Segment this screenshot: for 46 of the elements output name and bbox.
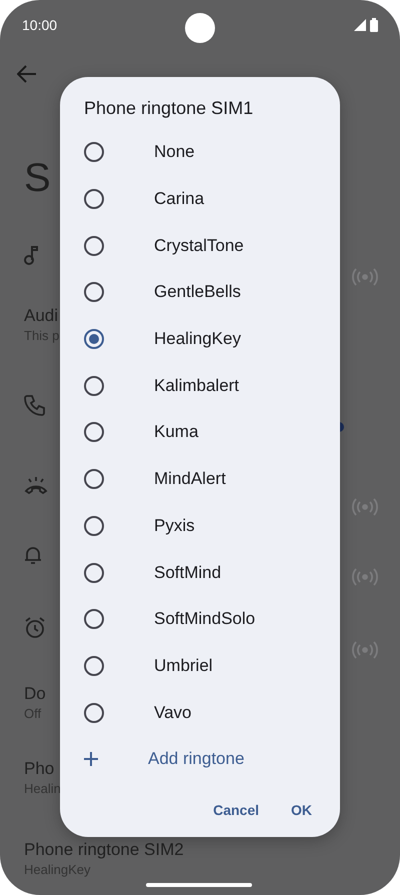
ringtone-option[interactable]: Umbriel [154, 656, 213, 676]
battery-icon [370, 18, 378, 32]
radio-button[interactable] [84, 469, 104, 490]
ringtone-option[interactable]: Kalimbalert [154, 376, 240, 396]
ringtone-option[interactable]: HealingKey [154, 329, 241, 350]
radio-button[interactable] [84, 562, 104, 583]
radio-button[interactable] [84, 702, 104, 723]
ringtone-option[interactable]: SoftMindSolo [154, 609, 256, 630]
back-arrow-icon[interactable] [17, 65, 37, 83]
phone-icon [24, 394, 46, 416]
signal-icon [354, 19, 366, 31]
ringtone-option[interactable]: Vavo [154, 702, 192, 723]
radio-button[interactable] [84, 282, 104, 302]
bell-icon [24, 545, 42, 565]
music-note-icon [24, 245, 40, 265]
radio-button[interactable] [84, 422, 104, 442]
dialog-button[interactable]: OK [279, 792, 324, 828]
radio-button[interactable] [84, 142, 104, 162]
alarm-clock-icon [24, 616, 46, 638]
dnd-title: Do [24, 682, 46, 704]
radio-button[interactable] [84, 376, 104, 396]
ringtone-option[interactable]: CrystalTone [154, 236, 244, 256]
status-time: 10:00 [22, 17, 58, 33]
ringtone-option[interactable]: Kuma [154, 422, 198, 442]
ringtone-title: Phone ringtone SIM2 [24, 839, 184, 861]
radio-button[interactable] [84, 609, 104, 630]
radio-button[interactable] [84, 189, 104, 210]
ringtone-option[interactable]: SoftMind [154, 562, 222, 583]
plus-icon[interactable] [84, 752, 98, 766]
camera-cutout [185, 13, 215, 43]
dialog-button[interactable]: Cancel [201, 792, 271, 828]
add-ringtone-link[interactable]: Add ringtone [148, 748, 244, 769]
ringtone-option[interactable]: GentleBells [154, 282, 241, 302]
ringtone-option[interactable]: None [154, 142, 195, 162]
ringtone-title: Pho [24, 758, 54, 780]
radio-button[interactable] [84, 656, 104, 676]
vibrate-off-icon [24, 475, 48, 495]
radio-button[interactable] [84, 516, 104, 536]
ringtone-option[interactable]: Pyxis [154, 516, 195, 536]
ringtone-option[interactable]: MindAlert [154, 469, 226, 490]
dialog-title: Phone ringtone SIM1 [83, 97, 254, 120]
audio-title: Audi [24, 305, 58, 327]
radio-button[interactable] [84, 329, 104, 350]
page-title: S [24, 156, 51, 200]
ringtone-option[interactable]: Carina [154, 189, 204, 210]
radio-button[interactable] [84, 236, 104, 256]
